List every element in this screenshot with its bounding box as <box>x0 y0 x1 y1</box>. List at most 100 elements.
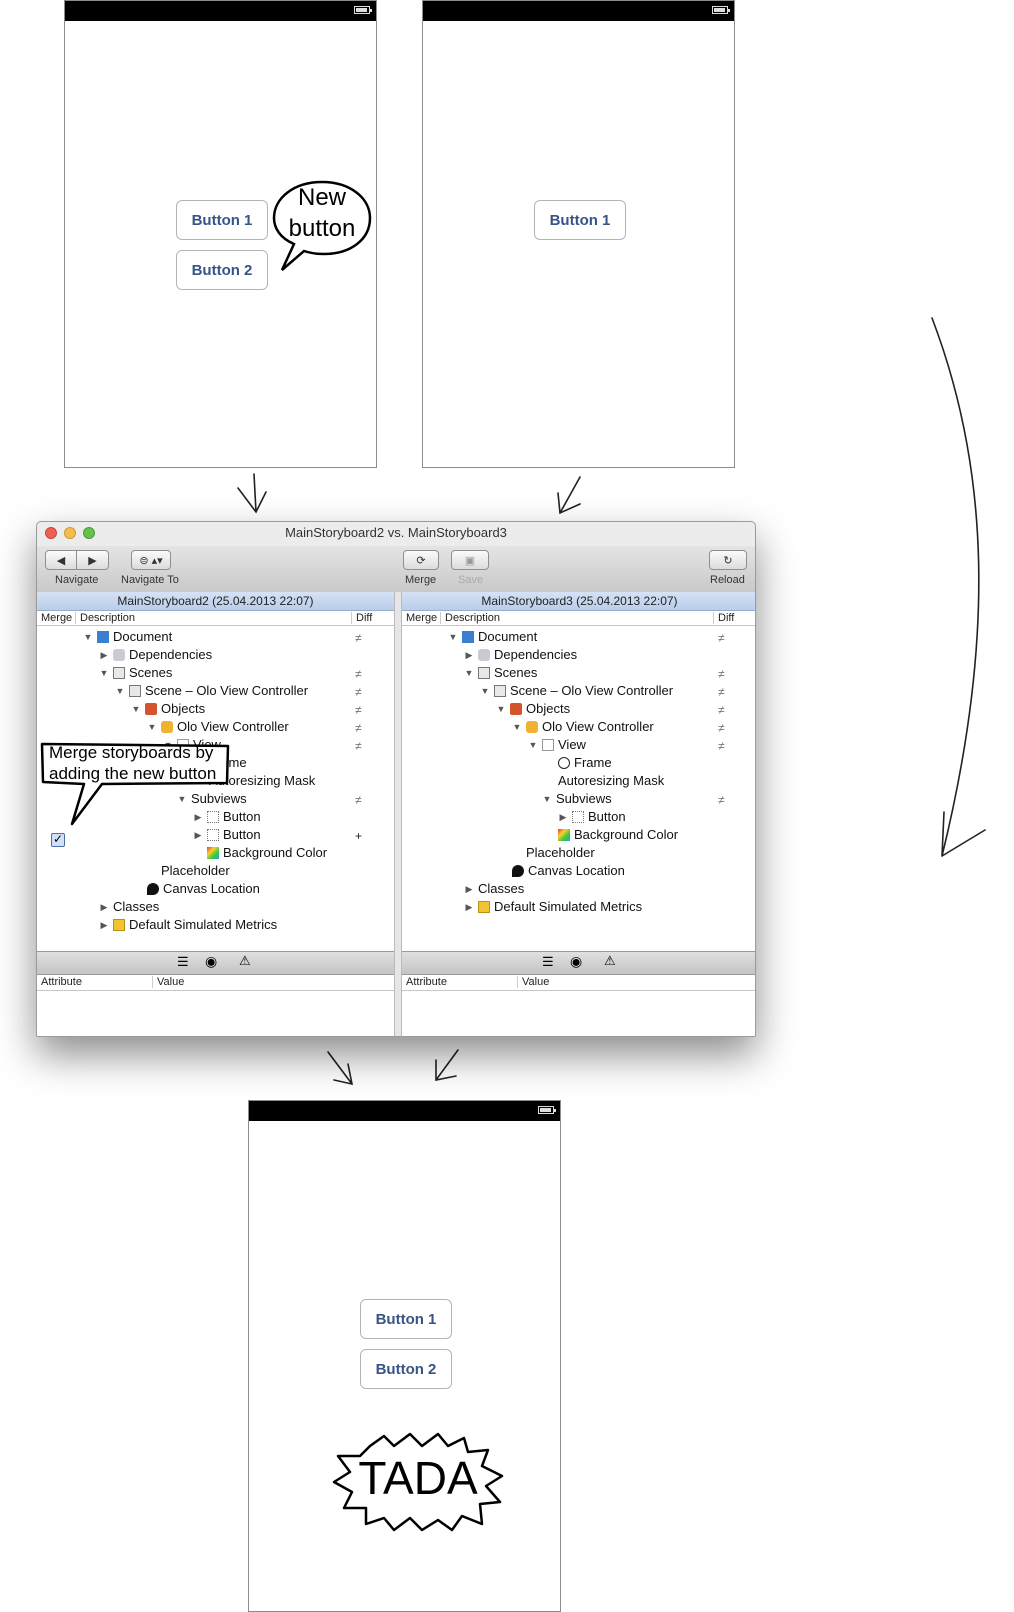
diff-mark: ≠ <box>355 739 362 753</box>
eye-icon[interactable]: ◉ <box>205 953 217 970</box>
tree-row-background-color[interactable]: Background Color <box>558 826 678 844</box>
close-icon[interactable] <box>45 527 57 539</box>
tree-row-dependencies[interactable]: ▶ Dependencies <box>99 646 213 664</box>
eye-icon[interactable]: ◉ <box>570 953 582 970</box>
tree-row-scenes[interactable]: ▼ Scenes <box>464 664 538 682</box>
right-bottom-bar: ☰ ◉ ⚠ <box>402 951 755 975</box>
minimize-icon[interactable] <box>64 527 76 539</box>
tree-row-dependencies[interactable]: ▶ Dependencies <box>464 646 578 664</box>
warning-icon[interactable]: ⚠ <box>239 953 251 969</box>
merge-column-header[interactable]: Merge <box>406 611 437 625</box>
diff-mark: ≠ <box>355 667 362 681</box>
tree-row-objects[interactable]: ▼ Objects <box>496 700 571 718</box>
tree-row-simulated-metrics[interactable]: ▶ Default Simulated Metrics <box>99 916 278 934</box>
big-curved-arrow <box>931 317 986 857</box>
save-label: Save <box>458 574 484 586</box>
tree-row-canvas-location[interactable]: Canvas Location <box>512 862 625 880</box>
map-pin-icon <box>512 865 524 877</box>
diff-column-header[interactable]: Diff <box>718 611 734 625</box>
tree-row-frame[interactable]: Frame <box>558 754 612 772</box>
value-column-header[interactable]: Value <box>157 974 184 990</box>
tree-row-placeholder[interactable]: Placeholder <box>526 844 595 862</box>
tree-row-scene[interactable]: ▼ Scene – Olo View Controller <box>115 682 309 700</box>
attribute-column-header[interactable]: Attribute <box>406 974 447 990</box>
ios-button-2[interactable]: Button 2 <box>360 1349 452 1389</box>
merge-callout-line2: adding the new button <box>49 764 217 783</box>
tree-row-objects[interactable]: ▼ Objects <box>131 700 206 718</box>
right-column-headers: Merge Description Diff <box>402 611 755 626</box>
merge-button[interactable]: ⟳ <box>403 550 439 570</box>
diff-mark: ≠ <box>718 667 725 681</box>
navigate-back-button[interactable]: ◀ <box>45 550 77 570</box>
battery-icon <box>538 1106 556 1114</box>
pane-splitter[interactable] <box>394 592 402 1036</box>
description-column-header[interactable]: Description <box>445 611 500 625</box>
merge-label: Merge <box>405 574 437 586</box>
arrow-down-right <box>557 476 581 515</box>
window-title: MainStoryboard2 vs. MainStoryboard3 <box>285 525 507 540</box>
map-pin-icon <box>147 883 159 895</box>
description-column-header[interactable]: Description <box>80 611 135 625</box>
left-attribute-headers: Attribute Value <box>37 974 394 991</box>
diff-column-header[interactable]: Diff <box>356 611 372 625</box>
tree-row-simulated-metrics[interactable]: ▶ Default Simulated Metrics <box>464 898 643 916</box>
diff-mark: ≠ <box>718 739 725 753</box>
diff-mark: ≠ <box>355 793 362 807</box>
phone-mockup-result: Button 1 Button 2 <box>248 1100 561 1612</box>
tree-row-view-controller[interactable]: ▼ Olo View Controller <box>147 718 289 736</box>
left-pane-header: MainStoryboard2 (25.04.2013 22:07) <box>37 592 394 611</box>
list-icon[interactable]: ☰ <box>177 954 189 970</box>
tree-row-classes[interactable]: ▶ Classes <box>464 880 525 898</box>
merge-checkbox[interactable]: ✓ <box>51 833 65 847</box>
tree-row-document[interactable]: ▼ Document <box>83 628 173 646</box>
tree-row-document[interactable]: ▼ Document <box>448 628 538 646</box>
reload-label: Reload <box>710 574 745 586</box>
tree-row-scene[interactable]: ▼ Scene – Olo View Controller <box>480 682 674 700</box>
warning-icon[interactable]: ⚠ <box>604 953 616 969</box>
tree-row-button[interactable]: ▶ Button <box>558 808 626 826</box>
tree-row-placeholder[interactable]: Placeholder <box>161 862 230 880</box>
navigate-to-button[interactable]: ⊜ ▴▾ <box>131 550 171 570</box>
tree-row-view[interactable]: ▼View <box>528 736 586 754</box>
merge-column-header[interactable]: Merge <box>41 611 72 625</box>
save-button[interactable]: ▣ <box>451 550 489 570</box>
diff-mark: ≠ <box>355 685 362 699</box>
diff-mark: ≠ <box>355 703 362 717</box>
left-column-headers: Merge Description Diff <box>37 611 394 626</box>
ios-button-1[interactable]: Button 1 <box>360 1299 452 1339</box>
status-bar <box>249 1101 560 1121</box>
tree-row-classes[interactable]: ▶ Classes <box>99 898 160 916</box>
diff-mark: ≠ <box>718 721 725 735</box>
value-column-header[interactable]: Value <box>522 974 549 990</box>
diff-mark: ≠ <box>718 631 725 645</box>
tree-row-view-controller[interactable]: ▼ Olo View Controller <box>512 718 654 736</box>
tree-row-background-color[interactable]: Background Color <box>207 844 327 862</box>
tree-row-subviews[interactable]: ▼ Subviews <box>542 790 612 808</box>
merge-callout-line1: Merge storyboards by <box>49 743 214 762</box>
diff-mark: ≠ <box>718 793 725 807</box>
reload-button[interactable]: ↻ <box>709 550 747 570</box>
zoom-icon[interactable] <box>83 527 95 539</box>
right-attribute-headers: Attribute Value <box>402 974 755 991</box>
tree-row-scenes[interactable]: ▼ Scenes <box>99 664 173 682</box>
navigate-forward-button[interactable]: ▶ <box>76 550 109 570</box>
right-pane: MainStoryboard3 (25.04.2013 22:07) Merge… <box>402 592 755 1036</box>
toolbar: ◀ ▶ Navigate ⊜ ▴▾ Navigate To ⟳ Merge ▣ … <box>37 546 755 593</box>
diff-mark: ≠ <box>355 631 362 645</box>
tree-row-canvas-location[interactable]: Canvas Location <box>147 880 260 898</box>
diff-mark: ≠ <box>718 685 725 699</box>
tada-text: TADA <box>358 1452 478 1504</box>
diff-mark: ≠ <box>718 703 725 717</box>
right-pane-header: MainStoryboard3 (25.04.2013 22:07) <box>402 592 755 611</box>
arrow-down-left <box>237 473 267 514</box>
diff-mark: ≠ <box>355 721 362 735</box>
diff-mark-added: + <box>355 829 363 843</box>
window-titlebar: MainStoryboard2 vs. MainStoryboard3 <box>37 522 755 546</box>
tree-row-autoresizing[interactable]: Autoresizing Mask <box>558 772 664 790</box>
color-swatch-icon <box>207 847 219 859</box>
arrow-to-result-left <box>327 1051 354 1086</box>
navigate-to-label: Navigate To <box>121 574 179 586</box>
list-icon[interactable]: ☰ <box>542 954 554 970</box>
arrow-to-result-right <box>435 1049 459 1081</box>
attribute-column-header[interactable]: Attribute <box>41 974 82 990</box>
